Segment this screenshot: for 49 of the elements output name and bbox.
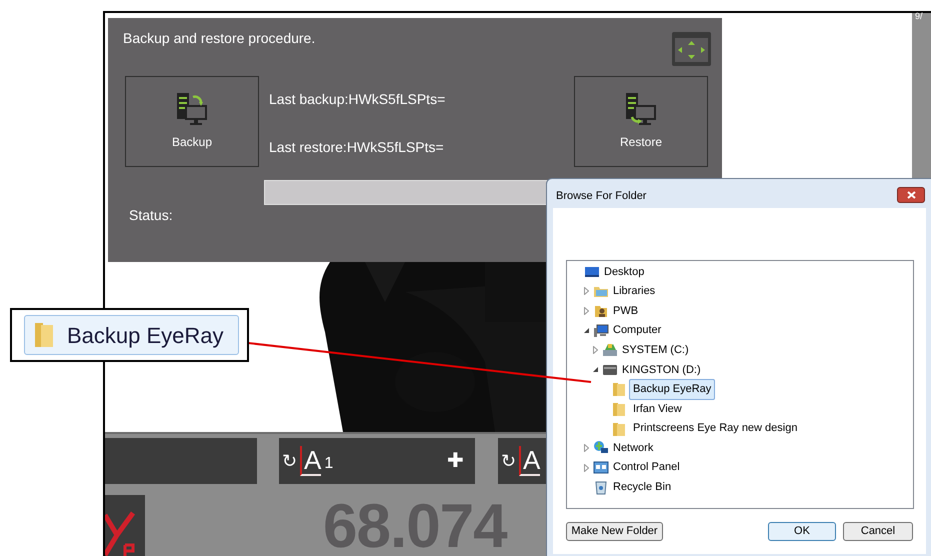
restore-button[interactable]: Restore bbox=[574, 76, 708, 167]
index-label: 1 bbox=[324, 454, 334, 474]
last-restore-text: Last restore:HWkS5fLSPts= bbox=[269, 138, 444, 157]
expanded-arrow-icon[interactable] bbox=[584, 328, 589, 334]
tree-item[interactable]: Printscreens Eye Ray new design bbox=[629, 418, 802, 439]
rotate-icon[interactable]: ↻ bbox=[282, 448, 297, 474]
close-icon bbox=[906, 191, 916, 199]
backup-button[interactable]: Backup bbox=[125, 76, 259, 167]
dialog-button[interactable]: OK bbox=[768, 522, 836, 541]
callout-label: Backup EyeRay bbox=[67, 322, 224, 350]
rotate-icon[interactable]: ↻ bbox=[501, 448, 516, 474]
panel-title: Backup and restore procedure. bbox=[123, 29, 316, 48]
expanded-arrow-icon[interactable] bbox=[593, 367, 598, 372]
tree-item[interactable]: Desktop bbox=[600, 262, 648, 282]
folder-icon bbox=[611, 400, 627, 417]
move-icon[interactable] bbox=[672, 32, 711, 66]
tree-item[interactable]: SYSTEM (C:) bbox=[618, 340, 693, 360]
page-number: 9/ bbox=[915, 10, 923, 23]
collapsed-arrow-icon[interactable] bbox=[584, 287, 589, 296]
add-icon[interactable]: ✚ bbox=[447, 446, 464, 476]
collapsed-arrow-icon[interactable] bbox=[584, 464, 589, 472]
dialog-button[interactable]: Make New Folder bbox=[566, 522, 663, 541]
system-drive-icon bbox=[602, 342, 618, 358]
letter-label: A bbox=[300, 446, 322, 476]
tree-item[interactable]: KINGSTON (D:) bbox=[618, 360, 705, 380]
close-button[interactable] bbox=[897, 187, 925, 203]
letter-label: A bbox=[519, 446, 540, 476]
logo-icon bbox=[105, 495, 145, 556]
last-backup-text: Last backup:HWkS5fLSPts= bbox=[269, 90, 446, 109]
collapsed-arrow-icon[interactable] bbox=[584, 444, 589, 452]
recycle-bin-icon bbox=[593, 479, 609, 496]
tree-item[interactable]: Network bbox=[609, 438, 658, 458]
tree-item[interactable]: Libraries bbox=[609, 281, 660, 302]
collapsed-arrow-icon[interactable] bbox=[593, 346, 598, 354]
folder-icon bbox=[611, 381, 627, 398]
tree-item[interactable]: Recycle Bin bbox=[609, 477, 676, 498]
tree-item[interactable]: PWB bbox=[609, 300, 642, 322]
status-label: Status: bbox=[129, 206, 173, 225]
tree-item[interactable]: Backup EyeRay bbox=[629, 379, 716, 400]
dialog-title: Browse For Folder bbox=[556, 189, 646, 204]
folder-icon bbox=[33, 321, 55, 349]
tree-item[interactable]: Irfan View bbox=[629, 398, 686, 420]
tree-item[interactable]: Computer bbox=[609, 320, 666, 341]
collapsed-arrow-icon[interactable] bbox=[584, 306, 589, 315]
tree-item[interactable]: Control Panel bbox=[609, 457, 684, 478]
folder-icon bbox=[611, 420, 627, 437]
dialog-button[interactable]: Cancel bbox=[843, 522, 913, 541]
computer-icon bbox=[593, 322, 609, 339]
control-panel-icon bbox=[593, 460, 609, 476]
